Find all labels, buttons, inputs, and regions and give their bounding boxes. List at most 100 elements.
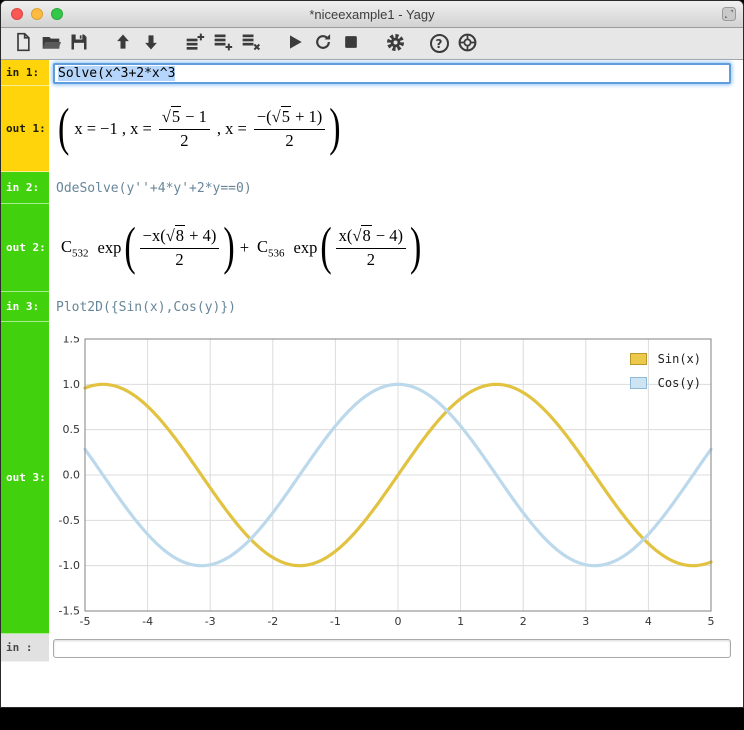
insert-cell-below-button[interactable] [209,31,237,57]
zoom-button[interactable] [51,8,63,20]
svg-text:0.5: 0.5 [63,423,81,436]
plot-legend: Sin(x) Cos(y) [629,352,701,390]
next-input-field[interactable] [53,638,731,658]
cell-gutter: in 3: [1,292,49,322]
plot-canvas: -5 -4 -3 -2 -1 0 1 2 3 4 5 -1.5 -1.0 -0.5 0.0 0.5 1.0 1.5 [59,333,715,629]
settings-button[interactable] [381,31,409,57]
svg-text:1: 1 [457,615,464,628]
cell-out-1: out 1: ( x = −1 , x = √5 − 1 2 , x = −(√… [1,86,743,172]
svg-text:1.5: 1.5 [63,336,81,346]
delete-cell-button[interactable] [237,31,265,57]
cell-label: out 3: [6,471,46,484]
radical-icon: √ [165,225,175,245]
svg-text:-3: -3 [205,615,216,628]
svg-text:0: 0 [395,615,402,628]
play-icon [285,32,305,55]
legend-swatch-sin [629,353,647,365]
legend-label: Cos(y) [657,376,701,390]
math-text: −x( [142,225,166,245]
svg-text:0.0: 0.0 [63,469,81,482]
right-paren: ) [410,218,422,276]
plot-output: -5 -4 -3 -2 -1 0 1 2 3 4 5 -1.5 -1.0 -0.5 0.0 0.5 1.0 1.5… [57,333,717,634]
coefficient: C536 [257,236,285,260]
new-button[interactable] [9,31,37,57]
help-button[interactable]: ? [425,31,453,57]
evaluate-all-button[interactable] [309,31,337,57]
cell-label: out 2: [6,241,46,254]
new-document-icon [13,32,33,55]
math-output-2: C532 exp ( −x(√8 + 4) 2 ) + C536 exp ( x… [49,218,422,276]
svg-text:4: 4 [645,615,652,628]
math-text: − 4) [371,225,404,245]
input-text-2[interactable]: OdeSolve(y''+4*y'+2*y==0) [49,181,252,196]
about-button[interactable] [453,31,481,57]
cell-gutter: out 3: [1,322,49,634]
math-text: + 4) [185,225,217,245]
cell-gutter: in 2: [1,172,49,204]
radical-icon: √ [161,106,171,126]
gear-icon [385,32,406,56]
denominator: 2 [366,249,375,269]
insert-cell-above-button[interactable] [181,31,209,57]
math-text: + 1) [290,106,323,126]
cell-label: in : [6,641,33,654]
save-icon [69,32,89,55]
close-button[interactable] [11,8,23,20]
stop-button[interactable] [337,31,365,57]
denominator: 2 [180,130,189,150]
cell-out-3: out 3: -5 -4 -3 -2 -1 0 1 2 3 4 5 -1.5 -1.0 -0.5 0.0 0.… [1,322,743,634]
function-name: exp [97,238,122,257]
window-controls [11,8,63,20]
open-folder-icon [41,32,61,55]
question-icon: ? [429,34,449,53]
input-field-1[interactable]: Solve(x^3+2*x^3 [53,62,731,84]
move-cell-up-button[interactable] [109,31,137,57]
coefficient: C532 [61,236,89,260]
insert-row-above-icon [185,32,205,55]
svg-text:-1: -1 [330,615,341,628]
denominator: 2 [175,249,184,269]
math-text: − 1 [181,106,207,126]
legend-entry: Sin(x) [629,352,701,366]
cell-out-2: out 2: C532 exp ( −x(√8 + 4) 2 ) + C536 … [1,204,743,292]
fraction: x(√8 − 4) 2 [335,224,407,270]
operator-plus: + [239,238,249,257]
denominator: 2 [285,130,294,150]
question-glyph: ? [435,36,443,51]
cell-label: out 1: [6,122,46,135]
radicand: 8 [174,224,186,245]
cell-in-1: in 1: Solve(x^3+2*x^3 [1,60,743,86]
fullscreen-icon[interactable] [722,7,736,21]
legend-swatch-cos [629,377,647,389]
radical-icon: √ [271,106,281,126]
fraction: √5 − 1 2 [158,105,210,151]
move-cell-down-button[interactable] [137,31,165,57]
left-paren: ( [124,218,136,276]
arrow-up-icon [113,32,133,55]
svg-text:5: 5 [708,615,715,628]
svg-text:-2: -2 [267,615,278,628]
open-button[interactable] [37,31,65,57]
save-button[interactable] [65,31,93,57]
fraction: −(√5 + 1) 2 [253,105,326,151]
title-bar: *niceexample1 - Yagy [1,1,743,28]
input-text-3[interactable]: Plot2D({Sin(x),Cos(y)}) [49,300,236,315]
evaluate-button[interactable] [281,31,309,57]
svg-text:-1.0: -1.0 [59,559,80,572]
right-paren: ) [329,99,341,157]
arrow-down-icon [141,32,161,55]
delete-row-icon [241,32,261,55]
svg-text:-0.5: -0.5 [59,514,80,527]
refresh-icon [313,32,333,55]
legend-entry: Cos(y) [629,376,701,390]
legend-label: Sin(x) [657,352,701,366]
left-paren: ( [320,218,332,276]
math-text: , x = [216,119,247,138]
math-text: −( [256,106,272,126]
cell-gutter: in : [1,634,49,662]
insert-row-below-icon [213,32,233,55]
cell-gutter: out 2: [1,204,49,292]
stop-icon [341,32,361,55]
radicand: 8 [361,224,372,245]
minimize-button[interactable] [31,8,43,20]
